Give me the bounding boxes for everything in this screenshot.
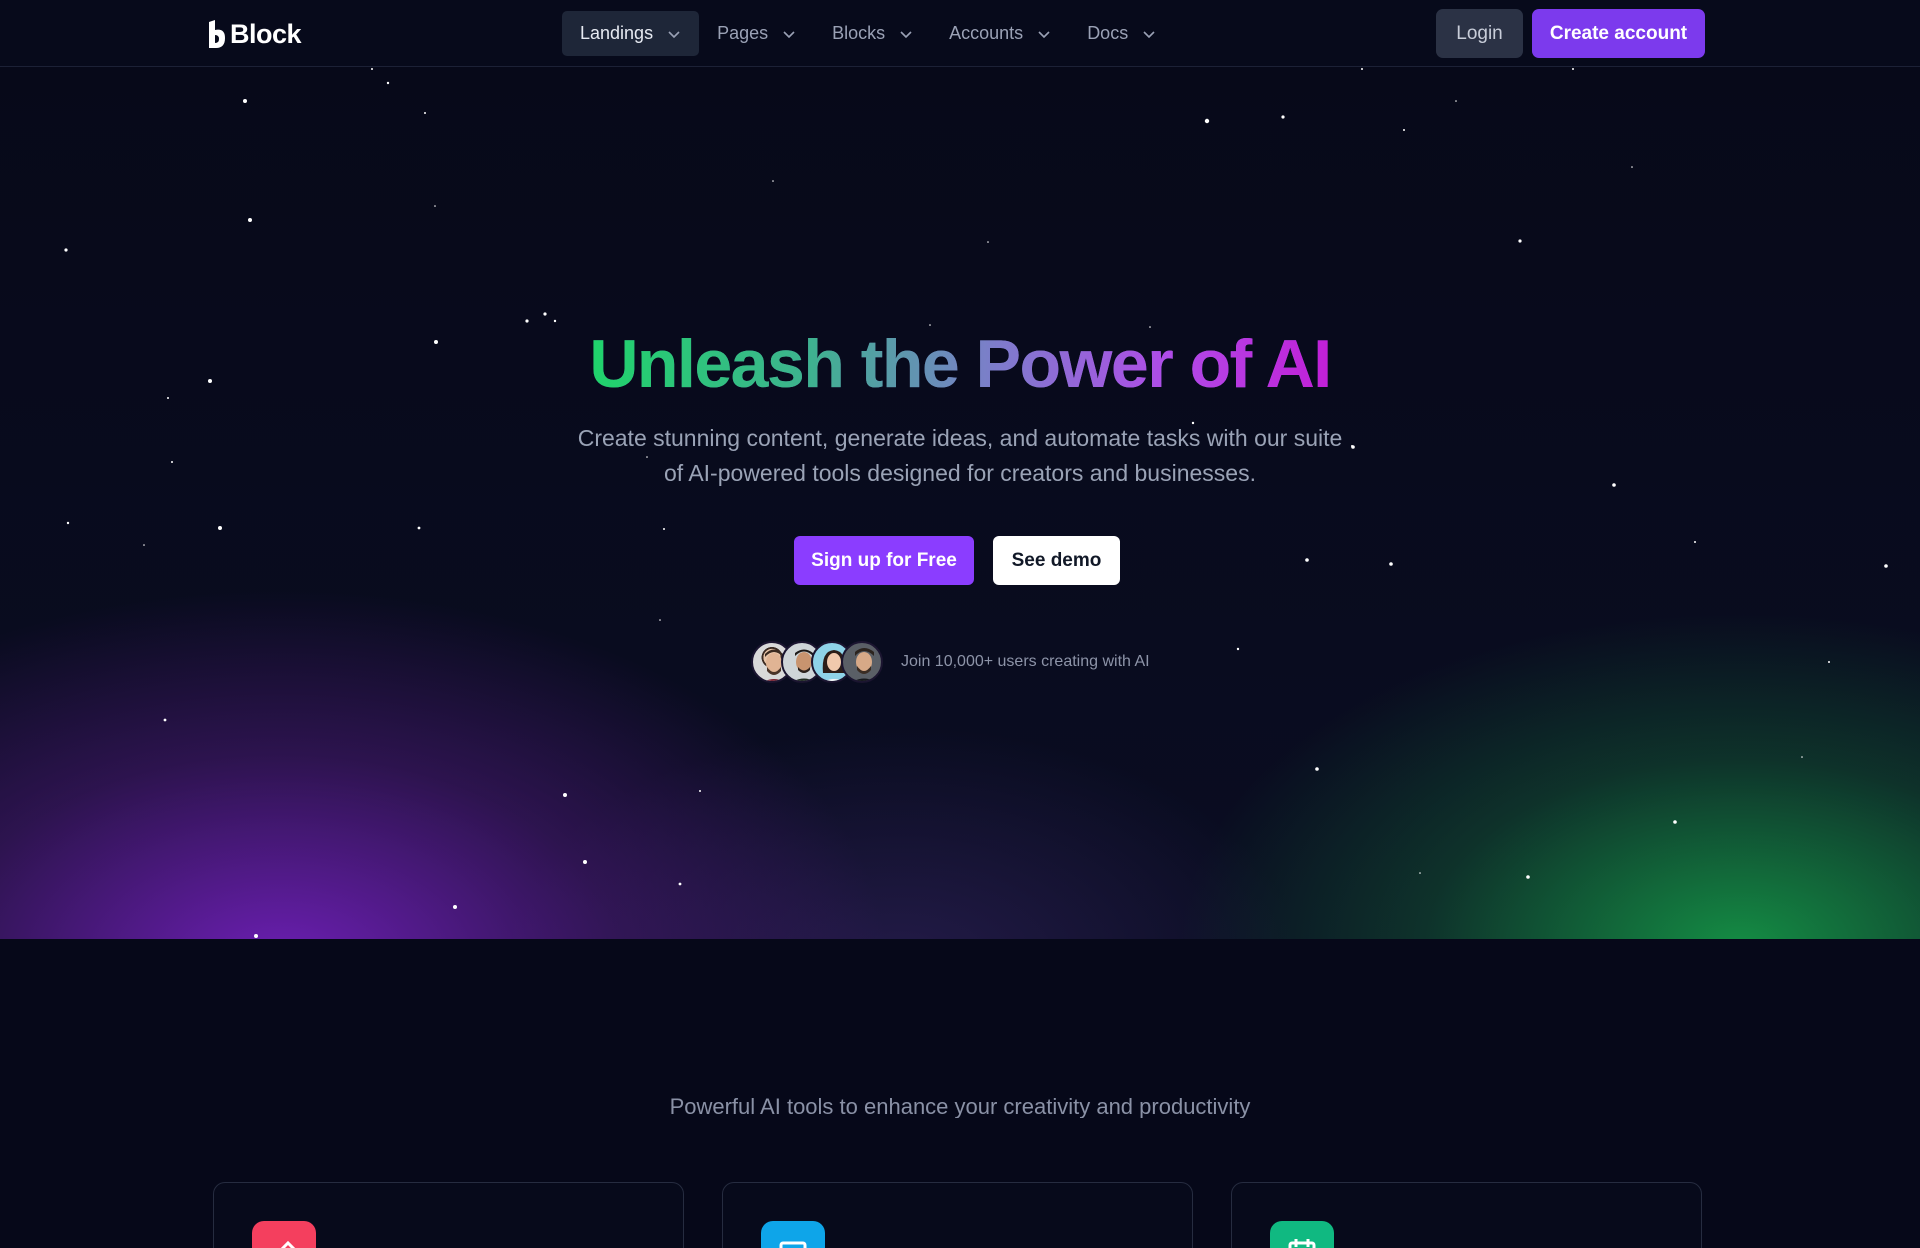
menu-item-label: Pages [717,23,769,43]
feature-card[interactable] [1231,1182,1702,1248]
chevron-down-icon [900,30,912,38]
login-button[interactable]: Login [1436,9,1523,58]
menu-item-accounts[interactable]: Accounts [931,11,1069,56]
chevron-down-icon [783,30,795,38]
edit-icon [252,1221,316,1248]
calendar-icon [1270,1221,1334,1248]
brand-name: Block [230,18,302,49]
menu-item-label: Docs [1087,23,1129,43]
hero-section: Unleash the Power of AI Create stunning … [0,67,1920,939]
top-navigation: Block Landings Pages Blocks Accounts Doc… [0,0,1920,67]
avatar [841,641,883,683]
brand-logo[interactable]: Block [207,18,302,50]
hero-subtitle: Create stunning content, generate ideas,… [540,421,1380,491]
starfield-background [64,68,1888,938]
menu-item-label: Blocks [832,23,886,43]
create-account-button[interactable]: Create account [1532,9,1705,58]
menu-item-label: Accounts [949,23,1024,43]
feature-card[interactable] [722,1182,1193,1248]
menu-item-pages[interactable]: Pages [699,11,814,56]
hero-subtitle-line: of AI-powered tools designed for creator… [664,460,1256,486]
menu-item-landings[interactable]: Landings [562,11,700,56]
menu-item-blocks[interactable]: Blocks [814,11,931,56]
menu-item-label: Landings [580,23,654,43]
sign-up-button[interactable]: Sign up for Free [794,536,974,585]
see-demo-button[interactable]: See demo [993,536,1120,585]
social-proof-text: Join 10,000+ users creating with AI [901,653,1150,670]
chevron-down-icon [1038,30,1050,38]
user-avatars [751,641,883,685]
monitor-icon [761,1221,825,1248]
block-logo-icon [209,20,225,48]
hero-title-text: Unleash the Power of AI [585,325,1334,403]
main-menu: Landings Pages Blocks Accounts Docs [562,11,1174,56]
chevron-down-icon [668,30,680,38]
features-subtitle: Powerful AI tools to enhance your creati… [669,1094,1251,1118]
hero-title: Unleash the Power of AI [0,325,1920,403]
chevron-down-icon [1143,30,1155,38]
feature-card[interactable] [213,1182,684,1248]
menu-item-docs[interactable]: Docs [1069,11,1174,56]
hero-subtitle-line: Create stunning content, generate ideas,… [577,425,1343,451]
